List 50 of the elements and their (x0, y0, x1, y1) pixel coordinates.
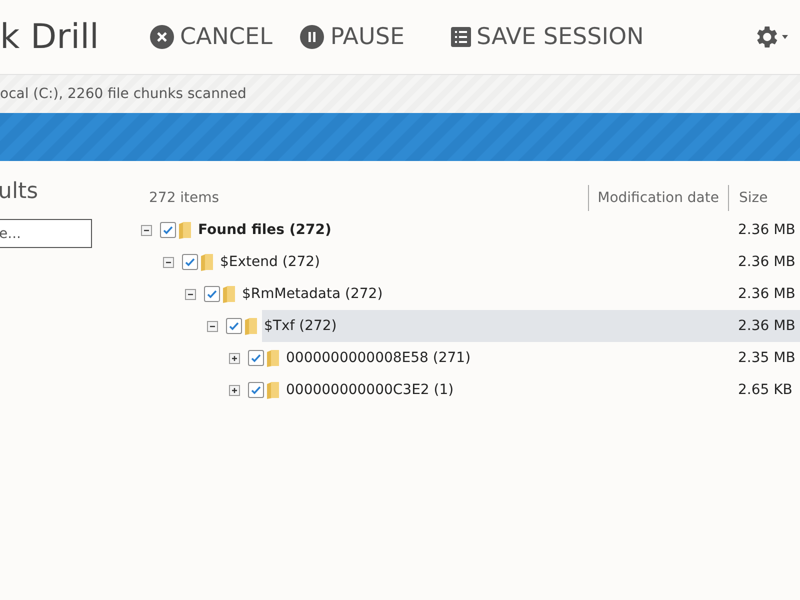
checkbox[interactable] (248, 382, 264, 398)
tree-row[interactable]: $Extend (272) 2.36 MB (218, 246, 800, 278)
checkmark-icon (250, 352, 262, 364)
folder-icon (266, 381, 280, 399)
column-header[interactable]: Modification date (588, 188, 728, 208)
folder-icon (200, 253, 214, 271)
cancel-icon (150, 25, 174, 49)
tree-item-label: 0000000000008E58 (271) (285, 348, 471, 368)
tree-row[interactable]: $RmMetadata (272) 2.36 MB (240, 278, 800, 310)
tree-row[interactable]: Found files (272) 2.36 MB (196, 214, 800, 246)
checkmark-icon (228, 320, 240, 332)
checkbox[interactable] (182, 254, 198, 270)
item-count: 272 items (149, 188, 220, 208)
checkbox[interactable] (204, 286, 220, 302)
collapse-icon[interactable] (185, 288, 196, 300)
tree-item-label: $Extend (272) (219, 252, 320, 272)
status-text: ocal (C:), 2260 file chunks scanned (0, 84, 246, 104)
folder-icon (244, 317, 258, 335)
expand-icon[interactable] (229, 352, 240, 364)
tree-item-label: $Txf (272) (263, 316, 337, 336)
tree-row[interactable]: 0000000000008E58 (271) 2.35 MB (284, 342, 800, 374)
search-field[interactable]: e... (0, 219, 92, 248)
sidebar-heading: ults (0, 178, 40, 206)
list-icon (450, 27, 471, 47)
checkmark-icon (184, 256, 196, 268)
checkbox[interactable] (160, 222, 176, 238)
tree-row[interactable]: $Txf (272) 2.36 MB (262, 310, 800, 342)
tree-item-label: 000000000000C3E2 (1) (285, 380, 454, 400)
app-title: k Drill (0, 16, 100, 58)
checkmark-icon (206, 288, 218, 300)
collapse-icon[interactable] (207, 320, 218, 332)
pause-icon (300, 25, 324, 49)
expand-icon[interactable] (229, 384, 240, 396)
checkbox[interactable] (226, 318, 242, 334)
column-header[interactable]: Size (729, 188, 800, 208)
checkmark-icon (250, 384, 262, 396)
checkmark-icon (162, 224, 174, 236)
cancel-button[interactable]: CANCEL (150, 20, 272, 54)
caret-icon (782, 35, 788, 39)
checkbox[interactable] (248, 350, 264, 366)
folder-icon (266, 349, 280, 367)
tree-item-label: Found files (272) (197, 220, 332, 240)
collapse-icon[interactable] (163, 256, 174, 268)
pause-button[interactable]: PAUSE (300, 20, 405, 54)
save-button[interactable]: SAVE SESSION (450, 20, 644, 54)
tree-item-label: $RmMetadata (272) (241, 284, 383, 304)
folder-icon (178, 221, 192, 239)
tree-row[interactable]: 000000000000C3E2 (1) 2.65 KB (284, 374, 800, 406)
folder-icon (222, 285, 236, 303)
collapse-icon[interactable] (141, 224, 152, 236)
